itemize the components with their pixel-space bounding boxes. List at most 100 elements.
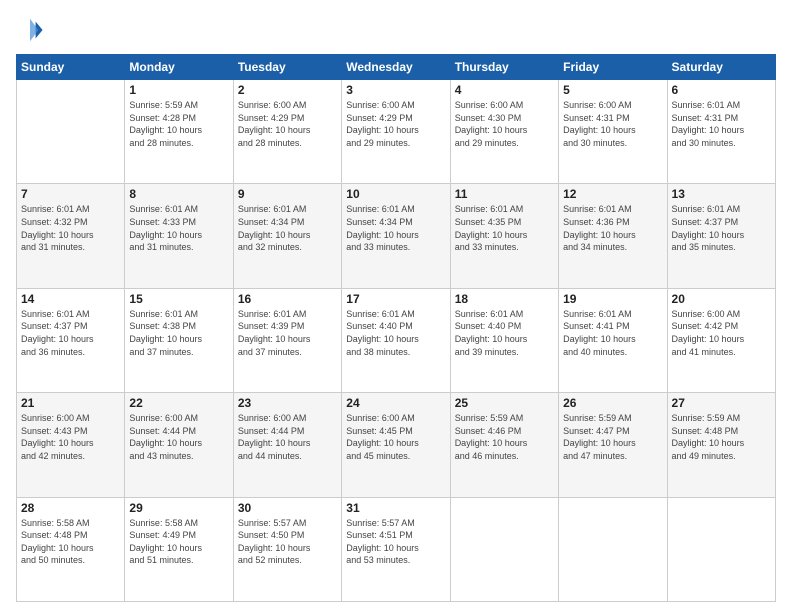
day-number: 27 — [672, 396, 771, 410]
weekday-header-monday: Monday — [125, 55, 233, 80]
calendar-cell: 4Sunrise: 6:00 AM Sunset: 4:30 PM Daylig… — [450, 80, 558, 184]
day-info: Sunrise: 6:01 AM Sunset: 4:37 PM Dayligh… — [672, 203, 771, 253]
page: SundayMondayTuesdayWednesdayThursdayFrid… — [0, 0, 792, 612]
calendar-week-row: 28 Sunrise: 5:58 AM Sunset: 4:48 PM Dayli… — [17, 497, 776, 601]
day-number: 21 — [21, 396, 120, 410]
day-number: 28 — [21, 501, 120, 515]
calendar-cell: 29 Sunrise: 5:58 AM Sunset: 4:49 PM Dayli… — [125, 497, 233, 601]
calendar-cell — [559, 497, 667, 601]
header — [16, 16, 776, 44]
weekday-header-saturday: Saturday — [667, 55, 775, 80]
day-number: 16 — [238, 292, 337, 306]
calendar-cell: 25Sunrise: 5:59 AM Sunset: 4:46 PM Dayli… — [450, 393, 558, 497]
day-info: Sunrise: 6:01 AM Sunset: 4:40 PM Dayligh… — [346, 308, 445, 358]
calendar-cell: 16 Sunrise: 6:01 AM Sunset: 4:39 PM Dayli… — [233, 288, 341, 392]
calendar-cell: 1 Sunrise: 5:59 AM Sunset: 4:28 PM Daylig… — [125, 80, 233, 184]
calendar-cell: 8 Sunrise: 6:01 AM Sunset: 4:33 PM Daylig… — [125, 184, 233, 288]
calendar-cell: 6 Sunrise: 6:01 AM Sunset: 4:31 PM Daylig… — [667, 80, 775, 184]
day-info: Sunrise: 5:59 AM Sunset: 4:46 PM Dayligh… — [455, 412, 554, 462]
day-info: Sunrise: 6:01 AM Sunset: 4:36 PM Dayligh… — [563, 203, 662, 253]
calendar-cell: 19Sunrise: 6:01 AM Sunset: 4:41 PM Dayli… — [559, 288, 667, 392]
calendar-cell: 2 Sunrise: 6:00 AM Sunset: 4:29 PM Daylig… — [233, 80, 341, 184]
calendar-week-row: 14 Sunrise: 6:01 AM Sunset: 4:37 PM Dayli… — [17, 288, 776, 392]
day-number: 14 — [21, 292, 120, 306]
calendar-cell: 30Sunrise: 5:57 AM Sunset: 4:50 PM Dayli… — [233, 497, 341, 601]
day-info: Sunrise: 6:01 AM Sunset: 4:40 PM Dayligh… — [455, 308, 554, 358]
calendar-cell: 23 Sunrise: 6:00 AM Sunset: 4:44 PM Dayli… — [233, 393, 341, 497]
day-info: Sunrise: 6:01 AM Sunset: 4:39 PM Dayligh… — [238, 308, 337, 358]
calendar-week-row: 21 Sunrise: 6:00 AM Sunset: 4:43 PM Dayli… — [17, 393, 776, 497]
day-number: 5 — [563, 83, 662, 97]
day-info: Sunrise: 5:57 AM Sunset: 4:51 PM Dayligh… — [346, 517, 445, 567]
day-info: Sunrise: 6:01 AM Sunset: 4:35 PM Dayligh… — [455, 203, 554, 253]
day-number: 4 — [455, 83, 554, 97]
calendar-cell: 9Sunrise: 6:01 AM Sunset: 4:34 PM Daylig… — [233, 184, 341, 288]
calendar-cell: 7Sunrise: 6:01 AM Sunset: 4:32 PM Daylig… — [17, 184, 125, 288]
day-info: Sunrise: 6:01 AM Sunset: 4:38 PM Dayligh… — [129, 308, 228, 358]
weekday-header-tuesday: Tuesday — [233, 55, 341, 80]
day-info: Sunrise: 6:00 AM Sunset: 4:44 PM Dayligh… — [129, 412, 228, 462]
calendar-cell — [450, 497, 558, 601]
day-info: Sunrise: 5:59 AM Sunset: 4:28 PM Dayligh… — [129, 99, 228, 149]
day-number: 20 — [672, 292, 771, 306]
calendar-cell: 20 Sunrise: 6:00 AM Sunset: 4:42 PM Dayli… — [667, 288, 775, 392]
calendar-cell: 12 Sunrise: 6:01 AM Sunset: 4:36 PM Dayli… — [559, 184, 667, 288]
weekday-header-thursday: Thursday — [450, 55, 558, 80]
day-info: Sunrise: 6:01 AM Sunset: 4:34 PM Dayligh… — [346, 203, 445, 253]
calendar-cell: 15 Sunrise: 6:01 AM Sunset: 4:38 PM Dayli… — [125, 288, 233, 392]
day-number: 30 — [238, 501, 337, 515]
day-number: 9 — [238, 187, 337, 201]
calendar-cell — [667, 497, 775, 601]
day-number: 1 — [129, 83, 228, 97]
calendar-cell: 17 Sunrise: 6:01 AM Sunset: 4:40 PM Dayli… — [342, 288, 450, 392]
day-number: 10 — [346, 187, 445, 201]
day-number: 17 — [346, 292, 445, 306]
calendar-cell: 5Sunrise: 6:00 AM Sunset: 4:31 PM Daylig… — [559, 80, 667, 184]
day-info: Sunrise: 6:01 AM Sunset: 4:33 PM Dayligh… — [129, 203, 228, 253]
day-number: 7 — [21, 187, 120, 201]
day-info: Sunrise: 6:00 AM Sunset: 4:42 PM Dayligh… — [672, 308, 771, 358]
calendar-week-row: 1 Sunrise: 5:59 AM Sunset: 4:28 PM Daylig… — [17, 80, 776, 184]
weekday-header-sunday: Sunday — [17, 55, 125, 80]
day-info: Sunrise: 6:00 AM Sunset: 4:44 PM Dayligh… — [238, 412, 337, 462]
calendar-week-row: 7Sunrise: 6:01 AM Sunset: 4:32 PM Daylig… — [17, 184, 776, 288]
day-number: 12 — [563, 187, 662, 201]
calendar-cell: 13Sunrise: 6:01 AM Sunset: 4:37 PM Dayli… — [667, 184, 775, 288]
calendar-cell: 27 Sunrise: 5:59 AM Sunset: 4:48 PM Dayli… — [667, 393, 775, 497]
day-number: 26 — [563, 396, 662, 410]
day-info: Sunrise: 6:00 AM Sunset: 4:29 PM Dayligh… — [346, 99, 445, 149]
calendar-cell: 3 Sunrise: 6:00 AM Sunset: 4:29 PM Daylig… — [342, 80, 450, 184]
day-number: 6 — [672, 83, 771, 97]
weekday-header-row: SundayMondayTuesdayWednesdayThursdayFrid… — [17, 55, 776, 80]
day-number: 3 — [346, 83, 445, 97]
day-info: Sunrise: 5:58 AM Sunset: 4:49 PM Dayligh… — [129, 517, 228, 567]
day-number: 8 — [129, 187, 228, 201]
calendar-cell: 24 Sunrise: 6:00 AM Sunset: 4:45 PM Dayli… — [342, 393, 450, 497]
day-number: 15 — [129, 292, 228, 306]
day-number: 31 — [346, 501, 445, 515]
day-info: Sunrise: 6:01 AM Sunset: 4:37 PM Dayligh… — [21, 308, 120, 358]
calendar-cell: 10 Sunrise: 6:01 AM Sunset: 4:34 PM Dayli… — [342, 184, 450, 288]
day-info: Sunrise: 6:00 AM Sunset: 4:45 PM Dayligh… — [346, 412, 445, 462]
calendar-cell: 18Sunrise: 6:01 AM Sunset: 4:40 PM Dayli… — [450, 288, 558, 392]
weekday-header-wednesday: Wednesday — [342, 55, 450, 80]
day-info: Sunrise: 5:59 AM Sunset: 4:48 PM Dayligh… — [672, 412, 771, 462]
calendar-cell: 21 Sunrise: 6:00 AM Sunset: 4:43 PM Dayli… — [17, 393, 125, 497]
logo-icon — [16, 16, 44, 44]
logo — [16, 16, 48, 44]
calendar-cell — [17, 80, 125, 184]
calendar-cell: 26Sunrise: 5:59 AM Sunset: 4:47 PM Dayli… — [559, 393, 667, 497]
day-number: 23 — [238, 396, 337, 410]
day-number: 11 — [455, 187, 554, 201]
day-number: 19 — [563, 292, 662, 306]
day-number: 29 — [129, 501, 228, 515]
day-number: 22 — [129, 396, 228, 410]
day-info: Sunrise: 6:00 AM Sunset: 4:29 PM Dayligh… — [238, 99, 337, 149]
day-number: 2 — [238, 83, 337, 97]
day-info: Sunrise: 6:01 AM Sunset: 4:31 PM Dayligh… — [672, 99, 771, 149]
calendar-cell: 14 Sunrise: 6:01 AM Sunset: 4:37 PM Dayli… — [17, 288, 125, 392]
day-info: Sunrise: 5:58 AM Sunset: 4:48 PM Dayligh… — [21, 517, 120, 567]
day-number: 24 — [346, 396, 445, 410]
day-info: Sunrise: 6:00 AM Sunset: 4:43 PM Dayligh… — [21, 412, 120, 462]
calendar-cell: 22 Sunrise: 6:00 AM Sunset: 4:44 PM Dayli… — [125, 393, 233, 497]
